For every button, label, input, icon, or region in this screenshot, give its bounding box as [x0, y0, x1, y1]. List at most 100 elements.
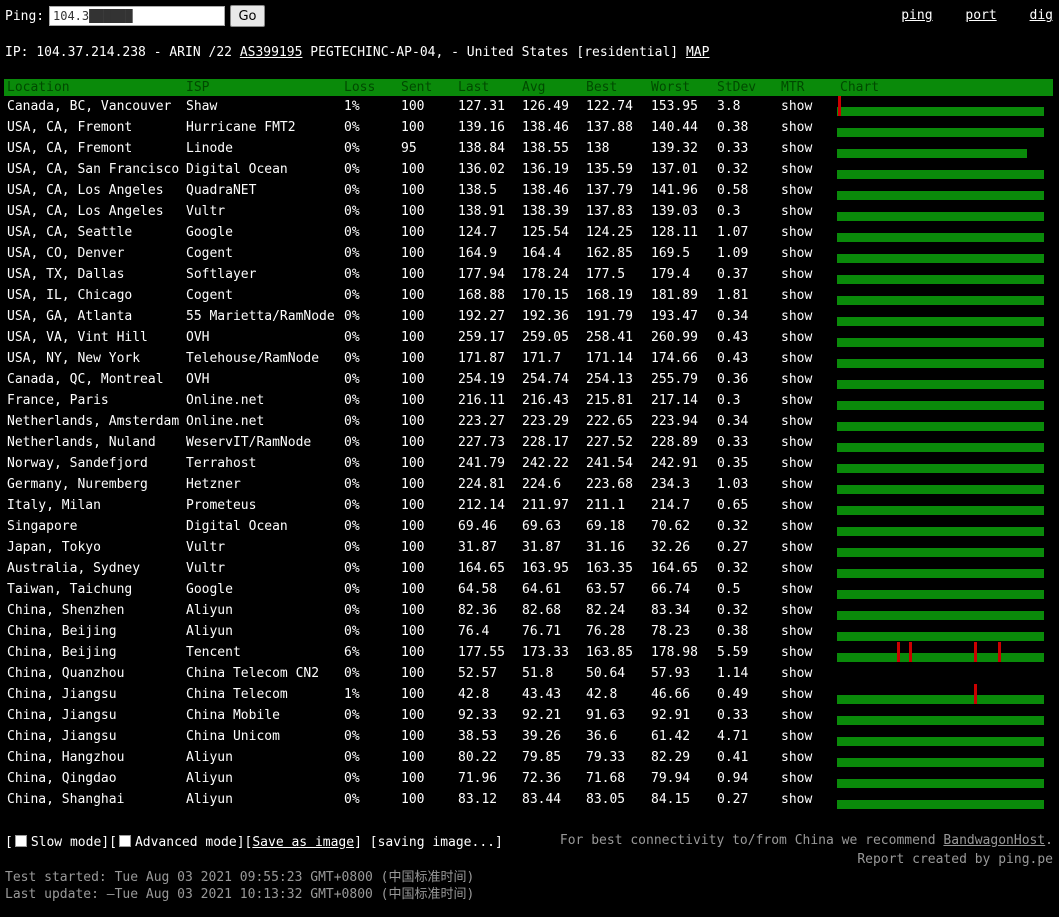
cell-avg: 163.95 — [522, 561, 569, 576]
cell-sent: 100 — [401, 603, 425, 618]
cell-location: USA, CA, Los Angeles — [7, 183, 164, 198]
mtr-show-link[interactable]: show — [778, 789, 837, 810]
mtr-show-link[interactable]: show — [778, 285, 837, 306]
mtr-show-link[interactable]: show — [778, 537, 837, 558]
cell-location: USA, CA, San Francisco — [7, 162, 180, 177]
cell-worst: 255.79 — [651, 372, 698, 387]
mtr-show-link[interactable]: show — [778, 621, 837, 642]
port-link[interactable]: port — [965, 8, 996, 23]
table-row: USA, CA, Los Angeles Vultr 0% 100 138.91 138.… — [4, 201, 1053, 222]
cell-isp: China Telecom — [186, 687, 288, 702]
cell-worst: 179.4 — [651, 267, 691, 282]
cell-worst: 193.47 — [651, 309, 698, 324]
mtr-show-link[interactable]: show — [778, 768, 837, 789]
cell-sent: 100 — [401, 561, 425, 576]
cell-best: 137.79 — [586, 183, 633, 198]
cell-best: 135.59 — [586, 162, 633, 177]
cell-isp: Vultr — [186, 540, 226, 555]
cell-isp: QuadraNET — [186, 183, 257, 198]
cell-sent: 100 — [401, 120, 425, 135]
mtr-show-link[interactable]: show — [778, 663, 837, 684]
cell-loss: 0% — [344, 435, 360, 450]
cell-location: China, Quanzhou — [7, 666, 125, 681]
cell-isp: China Unicom — [186, 729, 280, 744]
mtr-show-link[interactable]: show — [778, 453, 837, 474]
slow-mode-checkbox[interactable] — [14, 835, 27, 847]
mtr-show-link[interactable]: show — [778, 642, 837, 663]
cell-location: USA, CA, Fremont — [7, 141, 133, 156]
ping-link[interactable]: ping — [901, 8, 932, 23]
mtr-show-link[interactable]: show — [778, 495, 837, 516]
cell-best: 222.65 — [586, 414, 633, 429]
options-bar: [Slow mode][Advanced mode][Save as image… — [5, 835, 503, 850]
cell-best: 137.83 — [586, 204, 633, 219]
go-button[interactable]: Go — [230, 5, 265, 27]
cell-best: 63.57 — [586, 582, 626, 597]
cell-best: 31.16 — [586, 540, 626, 555]
mtr-show-link[interactable]: show — [778, 516, 837, 537]
cell-last: 136.02 — [458, 162, 505, 177]
table-row: USA, VA, Vint Hill OVH 0% 100 259.17 259.05 25… — [4, 327, 1053, 348]
cell-worst: 83.34 — [651, 603, 691, 618]
mtr-show-link[interactable]: show — [778, 726, 837, 747]
cell-location: China, Beijing — [7, 645, 117, 660]
saving-status: [saving image...] — [369, 835, 503, 850]
mtr-show-link[interactable]: show — [778, 390, 837, 411]
cell-isp: Aliyun — [186, 771, 233, 786]
save-as-image-link[interactable]: Save as image — [252, 835, 354, 850]
mtr-show-link[interactable]: show — [778, 558, 837, 579]
mtr-show-link[interactable]: show — [778, 117, 837, 138]
ping-input[interactable] — [49, 6, 225, 26]
mtr-show-link[interactable]: show — [778, 369, 837, 390]
table-row: China, Qingdao Aliyun 0% 100 71.96 72.36 71.68… — [4, 768, 1053, 789]
mtr-show-link[interactable]: show — [778, 705, 837, 726]
cell-best: 258.41 — [586, 330, 633, 345]
cell-loss: 0% — [344, 624, 360, 639]
cell-stdev: 0.33 — [717, 708, 749, 723]
mtr-show-link[interactable]: show — [778, 684, 837, 705]
cell-isp: Aliyun — [186, 792, 233, 807]
cell-location: China, Jiangsu — [7, 729, 117, 744]
map-link[interactable]: MAP — [686, 45, 709, 60]
cell-last: 31.87 — [458, 540, 498, 555]
asn-link[interactable]: AS399195 — [240, 45, 303, 60]
cell-location: China, Jiangsu — [7, 708, 117, 723]
mtr-show-link[interactable]: show — [778, 600, 837, 621]
latency-chart — [837, 558, 1053, 579]
cell-sent: 100 — [401, 162, 425, 177]
cell-avg: 216.43 — [522, 393, 569, 408]
mtr-show-link[interactable]: show — [778, 579, 837, 600]
dig-link[interactable]: dig — [1030, 8, 1053, 23]
cell-avg: 254.74 — [522, 372, 569, 387]
cell-stdev: 0.33 — [717, 435, 749, 450]
cell-stdev: 4.71 — [717, 729, 749, 744]
mtr-show-link[interactable]: show — [778, 180, 837, 201]
mtr-show-link[interactable]: show — [778, 201, 837, 222]
mtr-show-link[interactable]: show — [778, 327, 837, 348]
cell-last: 80.22 — [458, 750, 498, 765]
mtr-show-link[interactable]: show — [778, 348, 837, 369]
mtr-show-link[interactable]: show — [778, 222, 837, 243]
cell-loss: 0% — [344, 750, 360, 765]
col-worst: Worst — [648, 79, 714, 96]
mtr-show-link[interactable]: show — [778, 96, 837, 117]
cell-loss: 0% — [344, 708, 360, 723]
advanced-mode-checkbox[interactable] — [118, 835, 131, 847]
mtr-show-link[interactable]: show — [778, 411, 837, 432]
cell-sent: 100 — [401, 477, 425, 492]
mtr-show-link[interactable]: show — [778, 243, 837, 264]
mtr-show-link[interactable]: show — [778, 138, 837, 159]
latency-chart — [837, 180, 1053, 201]
cell-last: 216.11 — [458, 393, 505, 408]
latency-chart — [837, 705, 1053, 726]
bandwagonhost-link[interactable]: BandwagonHost — [943, 833, 1045, 848]
latency-chart — [837, 327, 1053, 348]
latency-bar — [837, 275, 1044, 284]
mtr-show-link[interactable]: show — [778, 432, 837, 453]
mtr-show-link[interactable]: show — [778, 159, 837, 180]
mtr-show-link[interactable]: show — [778, 264, 837, 285]
mtr-show-link[interactable]: show — [778, 306, 837, 327]
mtr-show-link[interactable]: show — [778, 474, 837, 495]
mtr-show-link[interactable]: show — [778, 747, 837, 768]
cell-location: China, Jiangsu — [7, 687, 117, 702]
